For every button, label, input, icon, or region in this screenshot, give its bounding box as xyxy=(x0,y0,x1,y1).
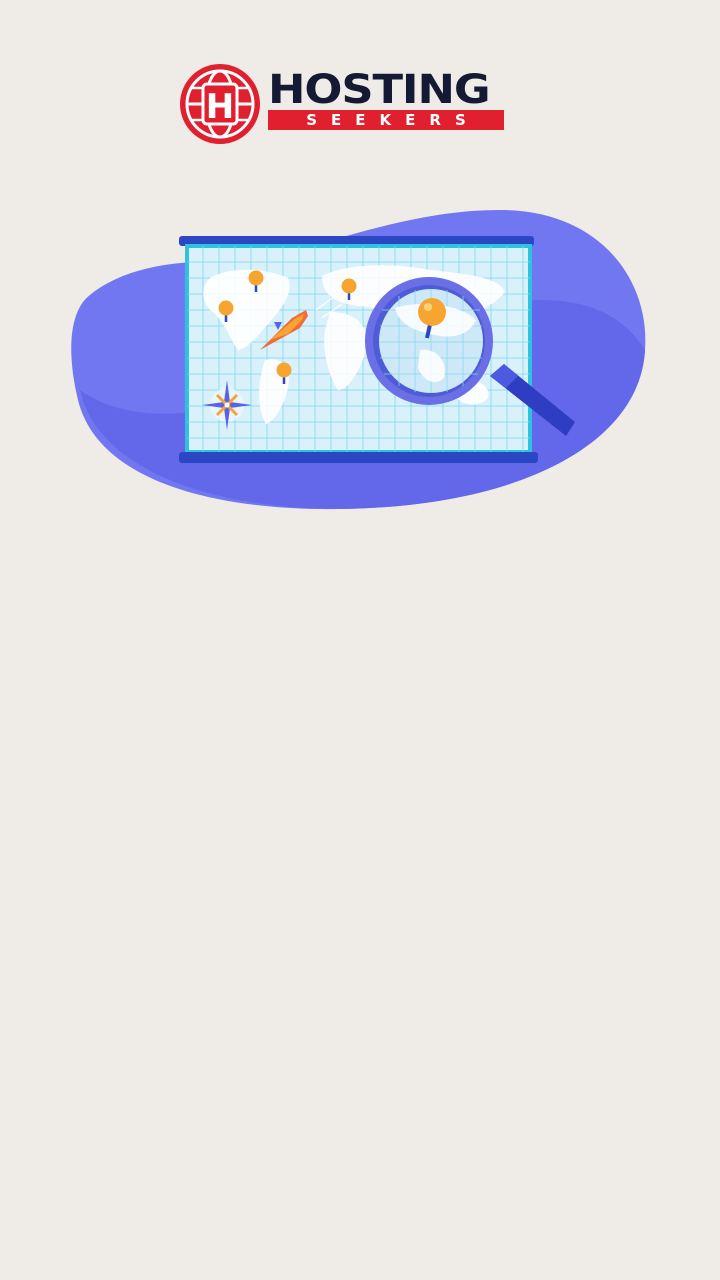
map-bottom-rod xyxy=(179,452,538,463)
brand-tagline: SEEKERS xyxy=(268,110,504,130)
brand-name: HOSTING xyxy=(268,67,491,113)
hero-illustration xyxy=(71,210,646,510)
brand-logo[interactable]: H HOSTING SEEKERS xyxy=(176,60,516,150)
logo-mark-letter: H xyxy=(206,87,234,127)
globe-icon: H xyxy=(180,64,260,144)
